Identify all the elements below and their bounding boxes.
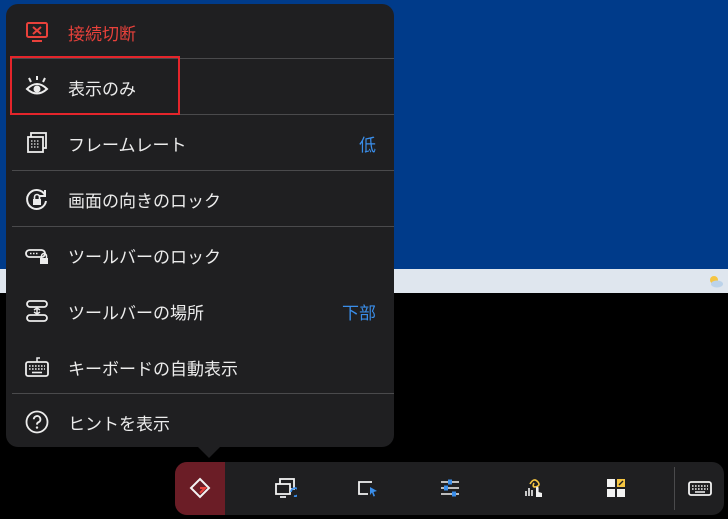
menu-item-label: ツールバーのロック <box>68 248 221 268</box>
menu-item-disconnect[interactable]: 接続切断 <box>6 4 394 59</box>
menu-item-keyboard-auto[interactable]: キーボードの自動表示 <box>6 339 394 394</box>
weather-tray-icon[interactable] <box>706 272 724 290</box>
pointer-window-icon <box>358 481 377 497</box>
adjustments-button[interactable] <box>425 462 475 515</box>
menu-item-toolbar-position[interactable]: ツールバーの場所 下部 <box>6 283 394 338</box>
menu-item-label: ヒントを表示 <box>68 415 170 435</box>
tool-diamond-icon <box>189 477 211 499</box>
menu-item-label: フレームレート <box>68 136 187 156</box>
keyboard-icon <box>688 481 712 496</box>
menu-item-orientation-lock[interactable]: 画面の向きのロック <box>6 171 394 226</box>
pointer-window-button[interactable] <box>343 462 393 515</box>
session-menu: 接続切断 表示のみ フレームレート 低 画面の向きのロック ツールバーのロック … <box>6 4 394 458</box>
menu-item-show-hints[interactable]: ヒントを表示 <box>6 394 394 449</box>
rotation-lock-icon <box>26 188 47 210</box>
toolbar-position-icon <box>26 300 48 322</box>
disconnect-monitor-icon <box>26 22 48 42</box>
help-icon <box>25 410 49 434</box>
frame-rate-icon <box>27 132 47 153</box>
menu-item-label: キーボードの自動表示 <box>68 360 238 380</box>
toolbar-toggle-button[interactable] <box>175 462 225 515</box>
menu-item-label: 接続切断 <box>68 25 136 45</box>
keyboard-icon <box>25 357 49 377</box>
frame-rate-value: 低 <box>359 136 376 156</box>
keyboard-button[interactable] <box>675 462 724 515</box>
apps-button[interactable] <box>591 462 641 515</box>
session-toolbar <box>175 462 724 515</box>
touch-gesture-button[interactable] <box>509 462 559 515</box>
menu-item-toolbar-lock[interactable]: ツールバーのロック <box>6 227 394 282</box>
toolbar-position-value: 下部 <box>342 304 376 324</box>
switch-monitor-button[interactable] <box>260 462 310 515</box>
selection-highlight <box>10 56 180 115</box>
toolbar-lock-icon <box>25 249 48 264</box>
switch-monitor-icon <box>275 478 297 498</box>
menu-item-label: ツールバーの場所 <box>68 304 204 324</box>
menu-item-label: 画面の向きのロック <box>68 192 221 212</box>
menu-item-frame-rate[interactable]: フレームレート 低 <box>6 115 394 170</box>
apps-grid-icon <box>607 479 625 497</box>
touch-gesture-icon <box>525 479 542 497</box>
sliders-icon <box>441 479 459 497</box>
